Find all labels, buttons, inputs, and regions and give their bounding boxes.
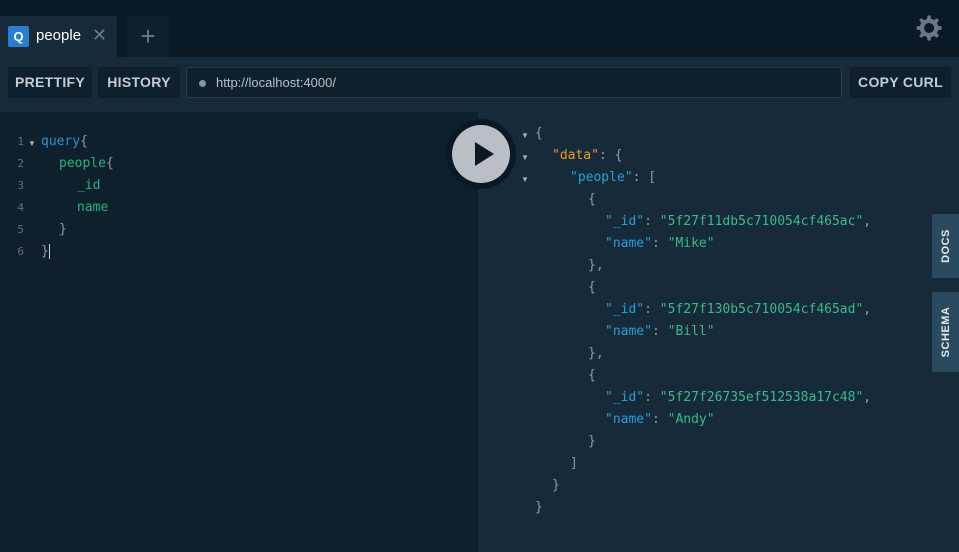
history-button[interactable]: HISTORY [98, 67, 180, 98]
json-row: "_id": "5f27f26735ef512538a17c48", [605, 390, 872, 405]
json-row: "name": "Bill" [605, 324, 715, 339]
json-object-close: } [588, 434, 596, 449]
json-value-name: "Bill" [667, 324, 715, 339]
json-row: "name": "Mike" [605, 236, 715, 251]
query-editor[interactable]: 1 2 3 4 5 6 ▼ query{ people{ _id name } … [0, 112, 478, 552]
json-value-id: "5f27f11db5c710054cf465ac" [659, 214, 864, 229]
tab-people[interactable]: Q people ✕ [0, 16, 117, 57]
field-name: name [77, 200, 109, 215]
json-value-name: "Andy" [667, 412, 715, 427]
json-key-id: "_id" [605, 390, 645, 405]
json-key-name: "name" [605, 412, 652, 427]
add-tab-button[interactable]: + [127, 16, 169, 57]
json-key-people: "people" [570, 170, 633, 185]
status-dot-icon [199, 80, 206, 87]
json-key-id: "_id" [605, 214, 645, 229]
run-button-face [452, 125, 510, 183]
top-bar: Q people ✕ + [0, 0, 959, 57]
open-brace: { [80, 134, 88, 149]
json-object-open: { [588, 368, 596, 383]
json-value-name: "Mike" [667, 236, 715, 251]
docs-tab[interactable]: DOCS [932, 214, 959, 278]
fold-arrow-icon[interactable]: ▼ [521, 131, 529, 140]
fold-arrow-icon[interactable]: ▼ [28, 139, 36, 148]
text-cursor [48, 244, 50, 259]
json-data-close: } [552, 478, 560, 493]
line-number: 5 [17, 223, 24, 236]
code-line-2: people{ [59, 156, 114, 171]
endpoint-url-input[interactable]: http://localhost:4000/ [186, 67, 842, 98]
json-object-open: { [588, 192, 596, 207]
query-keyword: query [41, 134, 81, 149]
json-key-data: "data" [552, 148, 599, 163]
endpoint-url-text: http://localhost:4000/ [216, 75, 336, 90]
json-data-line: "data": { [552, 148, 623, 163]
line-number: 4 [17, 201, 24, 214]
schema-tab-label: SCHEMA [939, 306, 952, 358]
close-brace: } [41, 244, 49, 259]
json-row: "_id": "5f27f130b5c710054cf465ad", [605, 302, 872, 317]
json-people-line: "people": [ [570, 170, 657, 185]
code-line-1: query{ [41, 134, 88, 149]
json-open-brace: { [535, 126, 543, 141]
line-number: 2 [17, 157, 24, 170]
query-badge: Q [8, 26, 29, 47]
json-row: "_id": "5f27f11db5c710054cf465ac", [605, 214, 872, 229]
json-key-name: "name" [605, 324, 652, 339]
json-object-close: }, [588, 346, 604, 361]
json-key-name: "name" [605, 236, 652, 251]
toolbar: PRETTIFY HISTORY http://localhost:4000/ … [0, 57, 959, 112]
code-line-6: } [41, 244, 50, 259]
result-pane: ▼ ▼ ▼ { "data": { "people": [ { "_id": "… [478, 112, 959, 552]
gear-icon[interactable] [912, 12, 944, 44]
json-row: "name": "Andy" [605, 412, 715, 427]
docs-tab-label: DOCS [939, 229, 952, 263]
json-key-id: "_id" [605, 302, 645, 317]
json-array-close: ] [570, 456, 578, 471]
open-brace: { [105, 156, 114, 171]
prettify-button[interactable]: PRETTIFY [8, 67, 92, 98]
json-value-id: "5f27f130b5c710054cf465ad" [659, 302, 864, 317]
schema-tab[interactable]: SCHEMA [932, 292, 959, 372]
json-object-open: { [588, 280, 596, 295]
line-number: 6 [17, 245, 24, 258]
field-id: _id [77, 178, 101, 193]
fold-arrow-icon[interactable]: ▼ [521, 153, 529, 162]
line-number: 1 [17, 135, 24, 148]
copy-curl-button[interactable]: COPY CURL [850, 67, 951, 98]
field-people: people [59, 156, 106, 171]
json-root-close: } [535, 500, 543, 515]
fold-arrow-icon[interactable]: ▼ [521, 175, 529, 184]
close-icon[interactable]: ✕ [92, 25, 107, 46]
line-number: 3 [17, 179, 24, 192]
tab-label: people [36, 27, 82, 44]
run-query-button[interactable] [446, 119, 516, 189]
json-value-id: "5f27f26735ef512538a17c48" [659, 390, 864, 405]
json-object-close: }, [588, 258, 604, 273]
play-icon [475, 142, 494, 166]
close-brace: } [59, 222, 67, 237]
